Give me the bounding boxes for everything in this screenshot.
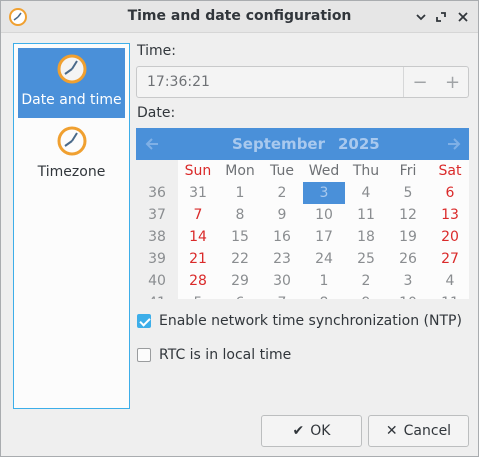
calendar-year[interactable]: 2025 <box>338 135 380 153</box>
calendar-day[interactable]: 1 <box>303 270 345 292</box>
calendar-day[interactable]: 31 <box>177 182 219 204</box>
calendar-day[interactable]: 18 <box>345 226 387 248</box>
calendar-day[interactable]: 10 <box>303 204 345 226</box>
decrement-button[interactable]: − <box>403 67 436 97</box>
time-label: Time: <box>137 43 176 59</box>
days-area: Sun Mon Tue Wed Thu Fri Sat 31 1 2 3 4 5 6 7 8 9 10 11 12 13… <box>178 160 469 299</box>
calendar-day[interactable]: 6 <box>429 182 469 204</box>
title-bar: Time and date configuration <box>1 1 478 33</box>
calendar-day[interactable]: 25 <box>345 248 387 270</box>
weekday-header: Tue <box>270 163 294 179</box>
weekday-header: Sun <box>184 163 212 179</box>
cancel-label: Cancel <box>403 423 452 439</box>
calendar-day[interactable]: 7 <box>177 204 219 226</box>
close-icon[interactable] <box>455 9 471 25</box>
calendar-day[interactable]: 19 <box>387 226 429 248</box>
calendar-day[interactable]: 13 <box>429 204 469 226</box>
week-number: 37 <box>148 207 166 223</box>
calendar-day[interactable]: 11 <box>429 292 469 299</box>
calendar-day[interactable]: 9 <box>345 292 387 299</box>
weekday-header: Mon <box>225 163 255 179</box>
clock-icon <box>57 54 86 84</box>
week-number: 40 <box>148 273 166 289</box>
date-label: Date: <box>137 105 176 121</box>
calendar-day[interactable]: 4 <box>429 270 469 292</box>
calendar-day[interactable]: 29 <box>219 270 261 292</box>
calendar-day[interactable]: 30 <box>261 270 303 292</box>
calendar-grid: 363738394041 SunMonTueWedThuFriSat311234… <box>136 160 469 299</box>
calendar-day[interactable]: 12 <box>387 204 429 226</box>
calendar-day[interactable]: 16 <box>261 226 303 248</box>
ntp-option[interactable]: Enable network time synchronization (NTP… <box>137 313 462 329</box>
week-number: 36 <box>148 185 166 201</box>
ok-button[interactable]: ✔ OK <box>261 415 362 447</box>
category-sidebar: Date and time Timezone <box>13 43 130 409</box>
calendar-day[interactable]: 3 <box>387 270 429 292</box>
weekday-header: Wed <box>308 163 340 179</box>
calendar-day[interactable]: 7 <box>261 292 303 299</box>
calendar-day[interactable]: 8 <box>219 204 261 226</box>
calendar-day[interactable]: 14 <box>177 226 219 248</box>
calendar-month[interactable]: September <box>232 135 325 153</box>
calendar-day[interactable]: 23 <box>261 248 303 270</box>
calendar-day[interactable]: 21 <box>177 248 219 270</box>
calendar-day[interactable]: 8 <box>303 292 345 299</box>
check-icon: ✔ <box>292 423 305 439</box>
weekday-header: Fri <box>399 163 417 179</box>
cancel-button[interactable]: ✕ Cancel <box>368 415 469 447</box>
time-value[interactable]: 17:36:21 <box>147 74 210 90</box>
rtc-label: RTC is in local time <box>159 347 292 363</box>
sidebar-item-label: Date and time <box>21 92 122 108</box>
calendar-day[interactable]: 5 <box>387 182 429 204</box>
calendar-day[interactable]: 27 <box>429 248 469 270</box>
calendar-day[interactable]: 17 <box>303 226 345 248</box>
calendar-day[interactable]: 3 <box>303 182 345 204</box>
time-spinbox[interactable]: 17:36:21 − + <box>136 66 469 98</box>
calendar-day[interactable]: 5 <box>177 292 219 299</box>
sidebar-item-timezone[interactable]: Timezone <box>18 120 125 190</box>
calendar-day[interactable]: 9 <box>261 204 303 226</box>
minimize-icon[interactable] <box>413 9 429 25</box>
calendar-header: September 2025 <box>136 128 469 160</box>
week-number: 38 <box>148 229 166 245</box>
calendar-day[interactable]: 6 <box>219 292 261 299</box>
prev-month-icon[interactable] <box>142 134 162 154</box>
next-month-icon[interactable] <box>444 134 464 154</box>
weekday-header: Sat <box>438 163 462 179</box>
calendar-day[interactable]: 2 <box>261 182 303 204</box>
ok-label: OK <box>310 423 331 439</box>
weekday-header: Thu <box>352 163 380 179</box>
clock-icon <box>57 126 86 156</box>
week-number-column: 36 37 38 39 40 41 <box>136 160 178 299</box>
week-number: 41 <box>136 292 178 299</box>
calendar-day[interactable]: 4 <box>345 182 387 204</box>
ntp-checkbox[interactable] <box>137 314 151 328</box>
calendar-day[interactable]: 28 <box>177 270 219 292</box>
calendar-day[interactable]: 10 <box>387 292 429 299</box>
calendar-day[interactable]: 15 <box>219 226 261 248</box>
calendar-day[interactable]: 11 <box>345 204 387 226</box>
rtc-option[interactable]: RTC is in local time <box>137 347 291 363</box>
calendar-day[interactable]: 20 <box>429 226 469 248</box>
calendar-day[interactable]: 22 <box>219 248 261 270</box>
sidebar-item-date-and-time[interactable]: Date and time <box>18 48 125 118</box>
calendar-day[interactable]: 24 <box>303 248 345 270</box>
window-title: Time and date configuration <box>127 8 352 24</box>
x-icon: ✕ <box>385 423 398 439</box>
dialog-window: Time and date configuration Date and tim… <box>0 0 479 457</box>
sidebar-item-label: Timezone <box>37 164 106 180</box>
increment-button[interactable]: + <box>436 67 469 97</box>
calendar-day[interactable]: 2 <box>345 270 387 292</box>
calendar-day[interactable]: 1 <box>219 182 261 204</box>
rtc-checkbox[interactable] <box>137 348 151 362</box>
calendar-day[interactable]: 26 <box>387 248 429 270</box>
maximize-icon[interactable] <box>433 9 449 25</box>
week-number: 39 <box>148 251 166 267</box>
ntp-label: Enable network time synchronization (NTP… <box>159 313 462 329</box>
